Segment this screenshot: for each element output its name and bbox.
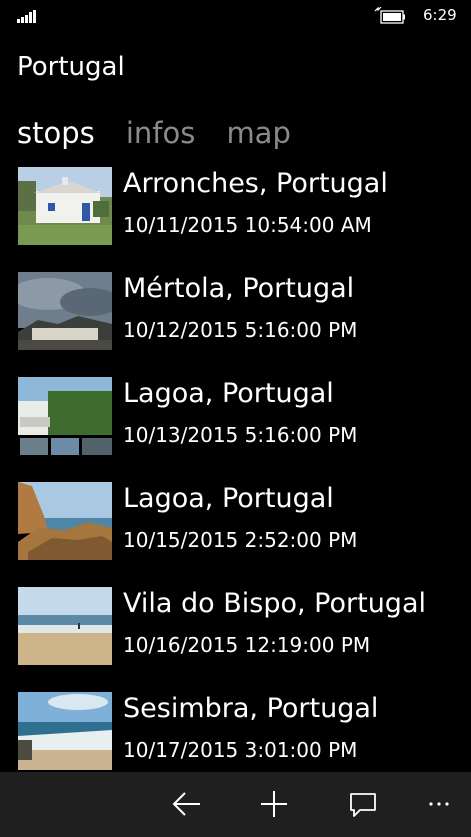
pivot-tabs: stops infos map <box>17 116 317 156</box>
stop-name: Arronches, Portugal <box>123 168 388 199</box>
coastal-cliffs-photo <box>18 482 112 560</box>
villa-garden-collage-photo <box>18 377 112 455</box>
add-icon[interactable] <box>254 784 294 824</box>
tab-stops[interactable]: stops <box>17 116 95 150</box>
list-item[interactable]: Lagoa, Portugal 10/15/2015 2:52:00 PM <box>0 475 471 579</box>
stop-name: Lagoa, Portugal <box>123 378 334 409</box>
more-icon[interactable] <box>420 784 460 824</box>
list-item[interactable]: Arronches, Portugal 10/11/2015 10:54:00 … <box>0 160 471 264</box>
stop-name: Mértola, Portugal <box>123 273 355 304</box>
page-title: Portugal <box>17 52 125 82</box>
signal-strength-icon <box>17 9 37 23</box>
back-icon[interactable] <box>166 784 206 824</box>
white-farmhouse-photo <box>18 167 112 245</box>
list-item[interactable]: Sesimbra, Portugal 10/17/2015 3:01:00 PM <box>0 685 471 772</box>
app-bar <box>0 772 471 837</box>
stop-name: Lagoa, Portugal <box>123 483 334 514</box>
stop-date: 10/15/2015 2:52:00 PM <box>123 528 358 552</box>
stop-date: 10/13/2015 5:16:00 PM <box>123 423 358 447</box>
stop-date: 10/11/2015 10:54:00 AM <box>123 213 372 237</box>
stops-list: Arronches, Portugal 10/11/2015 10:54:00 … <box>0 160 471 772</box>
stop-date: 10/16/2015 12:19:00 PM <box>123 633 371 657</box>
list-item[interactable]: Lagoa, Portugal 10/13/2015 5:16:00 PM <box>0 370 471 474</box>
stop-date: 10/12/2015 5:16:00 PM <box>123 318 358 342</box>
list-item[interactable]: Mértola, Portugal 10/12/2015 5:16:00 PM <box>0 265 471 369</box>
tab-infos[interactable]: infos <box>126 116 196 150</box>
sandy-beach-photo <box>18 587 112 665</box>
cloudy-hillside-village-photo <box>18 272 112 350</box>
clock-time: 6:29 <box>423 6 457 24</box>
stop-name: Vila do Bispo, Portugal <box>123 588 426 619</box>
beach-waves-photo <box>18 692 112 770</box>
battery-charging-icon <box>374 6 406 24</box>
list-item[interactable]: Vila do Bispo, Portugal 10/16/2015 12:19… <box>0 580 471 684</box>
stop-date: 10/17/2015 3:01:00 PM <box>123 738 358 762</box>
stop-name: Sesimbra, Portugal <box>123 693 379 724</box>
tab-map[interactable]: map <box>226 116 290 150</box>
comment-icon[interactable] <box>343 784 383 824</box>
status-bar: 6:29 <box>0 0 471 32</box>
